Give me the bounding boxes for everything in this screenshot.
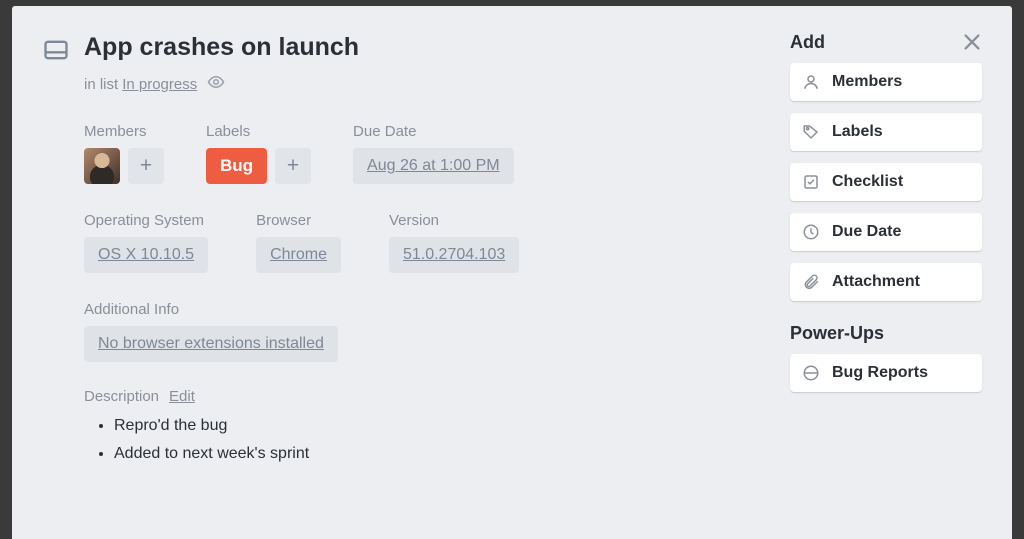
tag-icon bbox=[802, 123, 820, 141]
close-icon bbox=[961, 31, 983, 53]
labels-section: Labels Bug + bbox=[206, 123, 311, 184]
add-checklist-label: Checklist bbox=[832, 173, 903, 191]
checklist-icon bbox=[802, 173, 820, 191]
additional-info-value[interactable]: No browser extensions installed bbox=[84, 326, 338, 362]
os-value[interactable]: OS X 10.10.5 bbox=[84, 237, 208, 273]
member-avatar[interactable] bbox=[84, 148, 120, 184]
add-members-button[interactable]: Members bbox=[790, 63, 982, 101]
clock-icon bbox=[802, 223, 820, 241]
card-icon bbox=[42, 36, 70, 69]
add-labels-label: Labels bbox=[832, 123, 883, 141]
card-modal: App crashes on launch in list In progres… bbox=[12, 6, 1012, 539]
add-labels-button[interactable]: Labels bbox=[790, 113, 982, 151]
description-list: Repro'd the bug Added to next week's spr… bbox=[84, 417, 762, 463]
bug-reports-label: Bug Reports bbox=[832, 364, 928, 382]
card-title[interactable]: App crashes on launch bbox=[84, 32, 359, 62]
members-section: Members + bbox=[84, 123, 164, 184]
add-checklist-button[interactable]: Checklist bbox=[790, 163, 982, 201]
additional-info-title: Additional Info bbox=[84, 301, 762, 318]
list-name-link[interactable]: In progress bbox=[122, 76, 197, 93]
add-attachment-button[interactable]: Attachment bbox=[790, 263, 982, 301]
labels-title: Labels bbox=[206, 123, 311, 140]
browser-title: Browser bbox=[256, 212, 341, 229]
sidebar-add-title: Add bbox=[790, 32, 982, 53]
in-list-prefix: in list bbox=[84, 76, 118, 93]
due-date-section: Due Date Aug 26 at 1:00 PM bbox=[353, 123, 514, 184]
add-member-button[interactable]: + bbox=[128, 148, 164, 184]
watch-icon[interactable] bbox=[207, 73, 225, 95]
additional-info-section: Additional Info No browser extensions in… bbox=[84, 301, 762, 362]
members-title: Members bbox=[84, 123, 164, 140]
sidebar: Add Members Labels Checklist Due Date At… bbox=[790, 32, 982, 519]
bug-reports-button[interactable]: Bug Reports bbox=[790, 354, 982, 392]
add-due-date-label: Due Date bbox=[832, 223, 901, 241]
version-field: Version 51.0.2704.103 bbox=[389, 212, 519, 273]
description-edit-link[interactable]: Edit bbox=[169, 388, 195, 405]
bug-reports-icon bbox=[802, 364, 820, 382]
add-label-button[interactable]: + bbox=[275, 148, 311, 184]
version-title: Version bbox=[389, 212, 519, 229]
browser-value[interactable]: Chrome bbox=[256, 237, 341, 273]
description-section: Description Edit Repro'd the bug Added t… bbox=[84, 388, 762, 463]
add-due-date-button[interactable]: Due Date bbox=[790, 213, 982, 251]
add-attachment-label: Attachment bbox=[832, 273, 920, 291]
description-item: Added to next week's sprint bbox=[114, 445, 762, 463]
description-title: Description bbox=[84, 388, 159, 405]
due-date-title: Due Date bbox=[353, 123, 514, 140]
os-title: Operating System bbox=[84, 212, 208, 229]
person-icon bbox=[802, 73, 820, 91]
close-button[interactable] bbox=[958, 28, 986, 56]
due-date-chip[interactable]: Aug 26 at 1:00 PM bbox=[353, 148, 514, 184]
label-tag[interactable]: Bug bbox=[206, 148, 267, 184]
browser-field: Browser Chrome bbox=[256, 212, 341, 273]
add-members-label: Members bbox=[832, 73, 902, 91]
card-subtitle: in list In progress bbox=[84, 73, 762, 95]
main-content: App crashes on launch in list In progres… bbox=[42, 32, 762, 519]
attachment-icon bbox=[802, 273, 820, 291]
version-value[interactable]: 51.0.2704.103 bbox=[389, 237, 519, 273]
description-item: Repro'd the bug bbox=[114, 417, 762, 435]
sidebar-powerups-title: Power-Ups bbox=[790, 323, 982, 344]
os-field: Operating System OS X 10.10.5 bbox=[84, 212, 208, 273]
